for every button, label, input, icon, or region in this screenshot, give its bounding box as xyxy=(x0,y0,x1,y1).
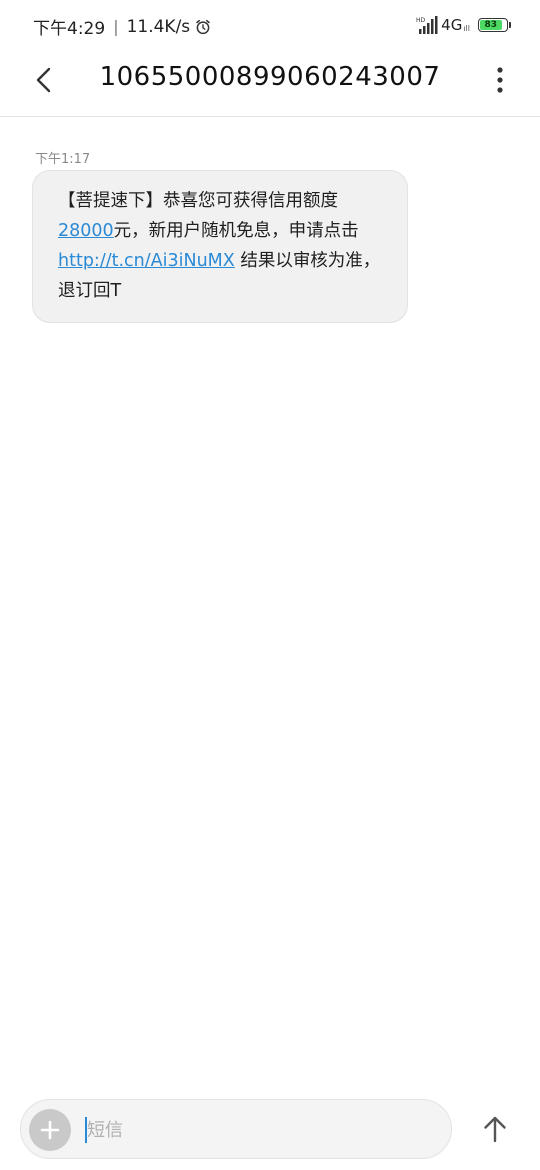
message-text-part-1: 【菩提速下】恭喜您可获得信用额度 xyxy=(58,191,338,211)
plus-icon xyxy=(40,1120,60,1140)
back-button[interactable] xyxy=(24,60,64,100)
network-type: 4G xyxy=(441,16,463,34)
compose-bar xyxy=(20,1099,452,1159)
alarm-clock-icon xyxy=(196,19,210,34)
arrow-up-icon xyxy=(484,1116,506,1143)
chevron-left-icon xyxy=(36,67,51,93)
status-right: HD 4G ıll 83 xyxy=(416,14,511,36)
url-link[interactable]: http://t.cn/Ai3iNuMX xyxy=(58,251,235,271)
battery-level: 83 xyxy=(480,20,502,30)
conversation-header: 10655000899060243007 xyxy=(0,50,540,117)
message-input[interactable] xyxy=(85,1114,427,1146)
battery-icon: 83 xyxy=(478,18,511,32)
status-bar: 下午4:29 | 11.4K/s HD 4G ıll 83 xyxy=(0,0,540,50)
status-net-speed: 11.4K/s xyxy=(126,16,191,37)
message-timestamp: 下午1:17 xyxy=(35,152,91,167)
message-bubble[interactable]: 【菩提速下】恭喜您可获得信用额度 28000元，新用户随机免息，申请点击 http:… xyxy=(32,170,408,323)
network-activity: ıll xyxy=(463,23,470,33)
add-attachment-button[interactable] xyxy=(29,1109,71,1151)
status-separator: | xyxy=(113,17,119,36)
message-text-part-2: 元，新用户随机免息，申请点击 xyxy=(113,221,359,241)
more-options-button[interactable] xyxy=(488,60,512,100)
conversation-title: 10655000899060243007 xyxy=(99,62,441,92)
amount-link[interactable]: 28000 xyxy=(58,221,114,241)
more-vertical-icon xyxy=(497,67,503,93)
signal-icon: HD xyxy=(416,16,438,34)
status-time: 下午4:29 xyxy=(33,19,106,39)
hd-label: HD xyxy=(416,17,426,24)
status-left: 下午4:29 | 11.4K/s xyxy=(33,14,212,39)
send-button[interactable] xyxy=(472,1108,518,1150)
